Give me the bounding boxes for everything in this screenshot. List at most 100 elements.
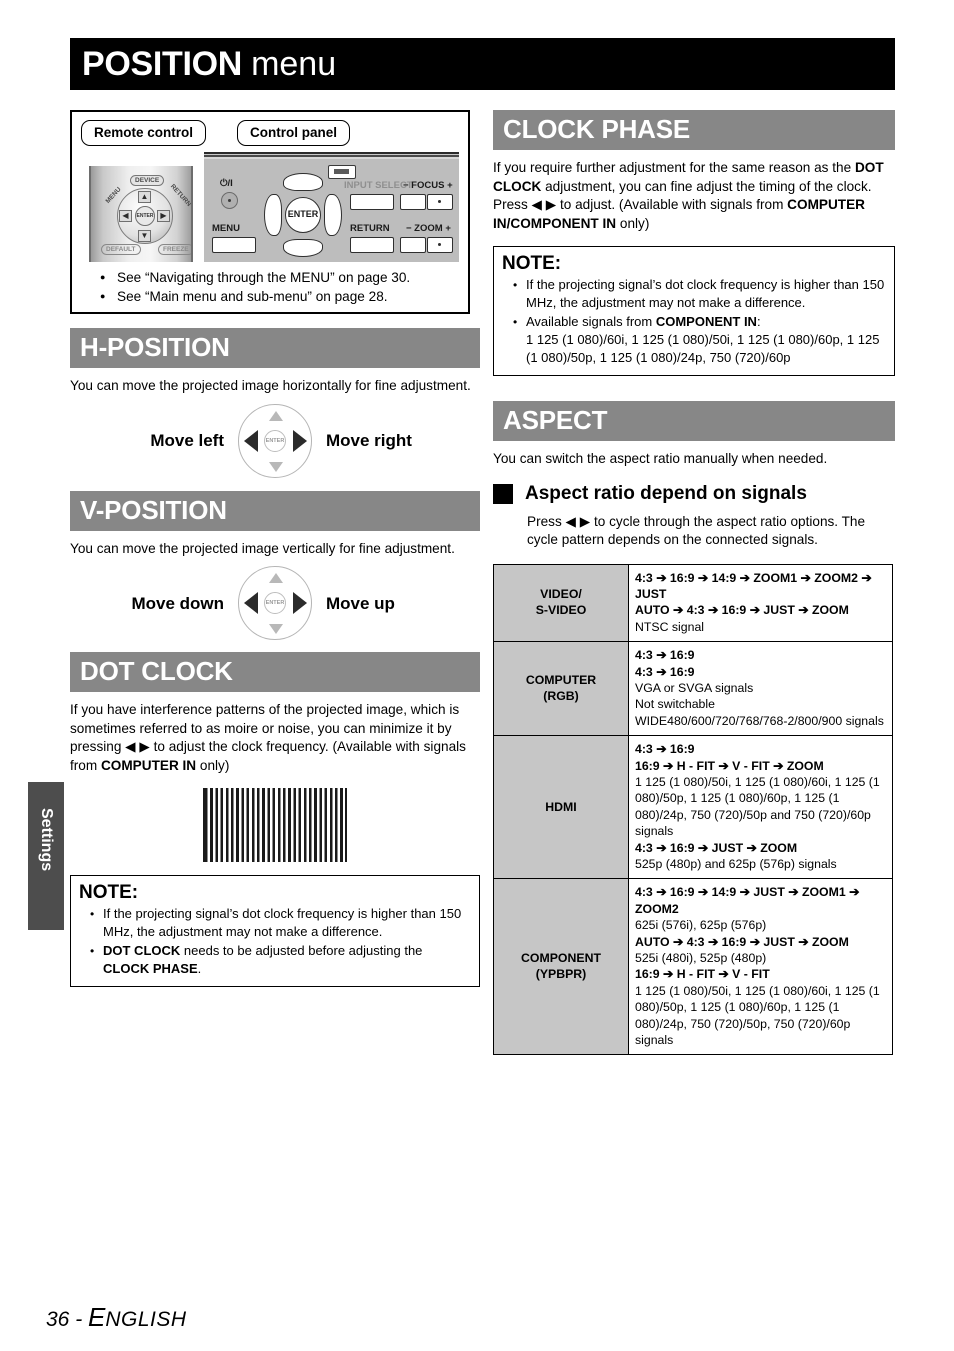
clock-phase-body-part3: to adjust. (Available with signals from [556, 197, 788, 212]
remote-down-arrow-icon: ▼ [138, 230, 151, 242]
focus-plus-dot-icon [438, 200, 441, 203]
h-position-caption-left: Move left [150, 431, 224, 450]
remote-left-arrow-icon: ◀ [119, 210, 132, 222]
aspect-cycle-sequence: 4:3 ➔ 16:9 [635, 648, 695, 663]
black-square-bullet-icon [493, 483, 513, 504]
aspect-cycle-sequence: 4:3 ➔ 16:9 ➔ 14:9 ➔ ZOOM1 ➔ ZOOM2 ➔ JUST [635, 570, 872, 601]
aspect-signal-note: WIDE480/600/720/768/768-2/800/900 signal… [635, 713, 884, 728]
dpad-up-arrow-icon [269, 573, 283, 583]
clock-phase-body-part1: If you require further adjustment for th… [493, 160, 855, 175]
note-signal-list: 1 125 (1 080)/60i, 1 125 (1 080)/50i, 1 … [526, 332, 880, 365]
dot-clock-note-box: NOTE: If the projecting signal’s dot clo… [70, 875, 480, 987]
clock-phase-body: If you require further adjustment for th… [493, 159, 895, 233]
table-cell-signal: COMPONENT (YPBPR) [493, 878, 629, 1056]
table-cell-signal: COMPUTER (RGB) [493, 641, 629, 737]
dpad-icon: ENTER [238, 403, 312, 478]
note-bold-dot-clock: DOT CLOCK [103, 943, 181, 958]
table-cell-options: 4:3 ➔ 16:9 ➔ 14:9 ➔ JUST ➔ ZOOM1 ➔ ZOOM2… [628, 878, 893, 1056]
side-tab-settings: Settings [28, 782, 64, 930]
page-title-bar: POSITION menu [70, 38, 895, 90]
aspect-cycle-sequence: 4:3 ➔ 16:9 [635, 742, 695, 757]
aspect-ratio-table: VIDEO/S-VIDEO 4:3 ➔ 16:9 ➔ 14:9 ➔ ZOOM1 ➔… [493, 563, 893, 1056]
footer-language-cap: E [88, 1302, 106, 1332]
zoom-plus-dot-icon [438, 243, 441, 246]
table-cell-options: 4:3 ➔ 16:9 4:3 ➔ 16:9 VGA or SVGA signals N… [628, 641, 893, 737]
aspect-signal-note: VGA or SVGA signals [635, 680, 754, 695]
dot-clock-body-bold: COMPUTER IN [100, 757, 197, 773]
table-cell-signal: VIDEO/S-VIDEO [493, 563, 629, 643]
left-right-arrows-icon: ◀ ▶ [531, 197, 557, 212]
left-right-arrows-icon: ◀ ▶ [125, 739, 150, 754]
note-text-end: . [197, 961, 202, 976]
table-cell-options: 4:3 ➔ 16:9 16:9 ➔ H - FIT ➔ V - FIT ➔ ZOO… [628, 735, 893, 880]
panel-return-button [350, 237, 394, 253]
dot-clock-body: If you have interference patterns of the… [70, 701, 480, 775]
aspect-cycle-sequence: 4:3 ➔ 16:9 [635, 664, 695, 679]
list-item: Available signals from COMPONENT IN: 1 1… [502, 313, 886, 367]
aspect-sub-heading-text: Aspect ratio depend on signals [525, 482, 807, 504]
aspect-cycle-sequence: 16:9 ➔ H - FIT ➔ V - FIT [635, 967, 770, 982]
dpad-down-arrow-icon [269, 461, 283, 472]
dpad-up-arrow-icon [269, 410, 283, 421]
note-bold-component-in: COMPONENT IN [655, 314, 757, 329]
table-row: HDMI 4:3 ➔ 16:9 16:9 ➔ H - FIT ➔ V - FIT ➔… [493, 735, 893, 880]
note-title: NOTE: [79, 882, 139, 903]
aspect-signal-note: 1 125 (1 080)/50i, 1 125 (1 080)/60i, 1 … [635, 983, 880, 1048]
panel-return-label: RETURN [350, 223, 390, 234]
aspect-signal-note: 625i (576i), 625p (576p) [635, 918, 767, 933]
panel-focus-label: − FOCUS + [403, 180, 453, 191]
page-title-bold: POSITION [82, 44, 243, 83]
footer-language-rest: NGLISH [105, 1308, 187, 1331]
aspect-cycle-sequence: AUTO ➔ 4:3 ➔ 16:9 ➔ JUST ➔ ZOOM [635, 603, 849, 618]
dpad-down-arrow-icon [269, 624, 283, 634]
aspect-sub-body-part1: Press [527, 513, 566, 529]
page-title-normal: menu [251, 44, 337, 83]
h-position-caption-right: Move right [326, 431, 412, 450]
remote-right-arrow-icon: ▶ [157, 210, 170, 222]
aspect-signal-note: NTSC signal [635, 619, 705, 634]
list-item: DOT CLOCK needs to be adjusted before ad… [79, 942, 471, 978]
dpad-left-arrow-icon [244, 429, 258, 452]
table-row: COMPONENT (YPBPR) 4:3 ➔ 16:9 ➔ 14:9 ➔ JUST… [493, 878, 893, 1056]
panel-enter-button: ENTER [285, 197, 321, 233]
dpad-left-arrow-icon [244, 592, 258, 614]
controls-illustration-box: Remote control Control panel MENU DEVICE… [70, 110, 470, 314]
h-position-body: You can move the projected image horizon… [70, 378, 471, 393]
panel-down-segment [283, 239, 323, 257]
table-cell-signal: HDMI [493, 735, 629, 880]
aspect-body: You can switch the aspect ratio manually… [493, 451, 828, 466]
panel-right-segment [324, 194, 342, 236]
clock-phase-body-part4: only) [616, 215, 650, 231]
remote-device-label: DEVICE [130, 175, 165, 186]
moire-pattern-image [203, 788, 347, 862]
section-heading-aspect: ASPECT [493, 401, 895, 441]
remote-up-arrow-icon: ▲ [138, 191, 151, 203]
table-row: COMPUTER (RGB) 4:3 ➔ 16:9 4:3 ➔ 16:9 VGA or … [493, 641, 893, 737]
panel-up-segment [283, 173, 323, 191]
left-column: Remote control Control panel MENU DEVICE… [70, 110, 480, 987]
dpad-right-arrow-icon [293, 429, 307, 452]
footer-page-number: 36 - [46, 1308, 89, 1331]
section-heading-clock-phase: CLOCK PHASE [493, 110, 895, 150]
remote-default-label: DEFAULT [101, 244, 141, 255]
note-text-colon: : [756, 314, 761, 329]
aspect-signal-note: 525i (480i), 525p (480p) [635, 951, 767, 966]
right-column: CLOCK PHASE If you require further adjus… [493, 110, 895, 1056]
dot-clock-body-part3: only) [196, 757, 230, 773]
table-cell-options: 4:3 ➔ 16:9 ➔ 14:9 ➔ ZOOM1 ➔ ZOOM2 ➔ JUST… [628, 563, 893, 643]
dpad-enter-label: ENTER [264, 592, 286, 614]
list-item: If the projecting signal’s dot clock fre… [502, 276, 886, 312]
aspect-cycle-sequence: 16:9 ➔ H - FIT ➔ V - FIT ➔ ZOOM [635, 758, 824, 773]
aspect-signal-note: 1 125 (1 080)/50i, 1 125 (1 080)/60i, 1 … [635, 774, 880, 839]
remote-control-image: MENU DEVICE RETURN ▲ ▼ ◀ ▶ ENTER DEFAULT… [89, 166, 193, 262]
remote-control-label: Remote control [81, 120, 207, 146]
v-position-figure: Move down ENTER Move up [70, 566, 480, 640]
control-panel-image: ⏻/I ENTER MENU RETURN INPUT SELECT − FOC… [204, 152, 459, 262]
panel-focus-minus-button [400, 194, 426, 210]
aspect-sub-body: Press ◀ ▶ to cycle through the aspect ra… [527, 513, 895, 550]
panel-left-segment [264, 194, 282, 236]
dpad-right-arrow-icon [293, 592, 307, 614]
note-text-pre: Available signals from [526, 314, 656, 329]
note-bold-clock-phase: CLOCK PHASE [103, 961, 198, 976]
v-position-caption-right: Move up [326, 593, 395, 613]
